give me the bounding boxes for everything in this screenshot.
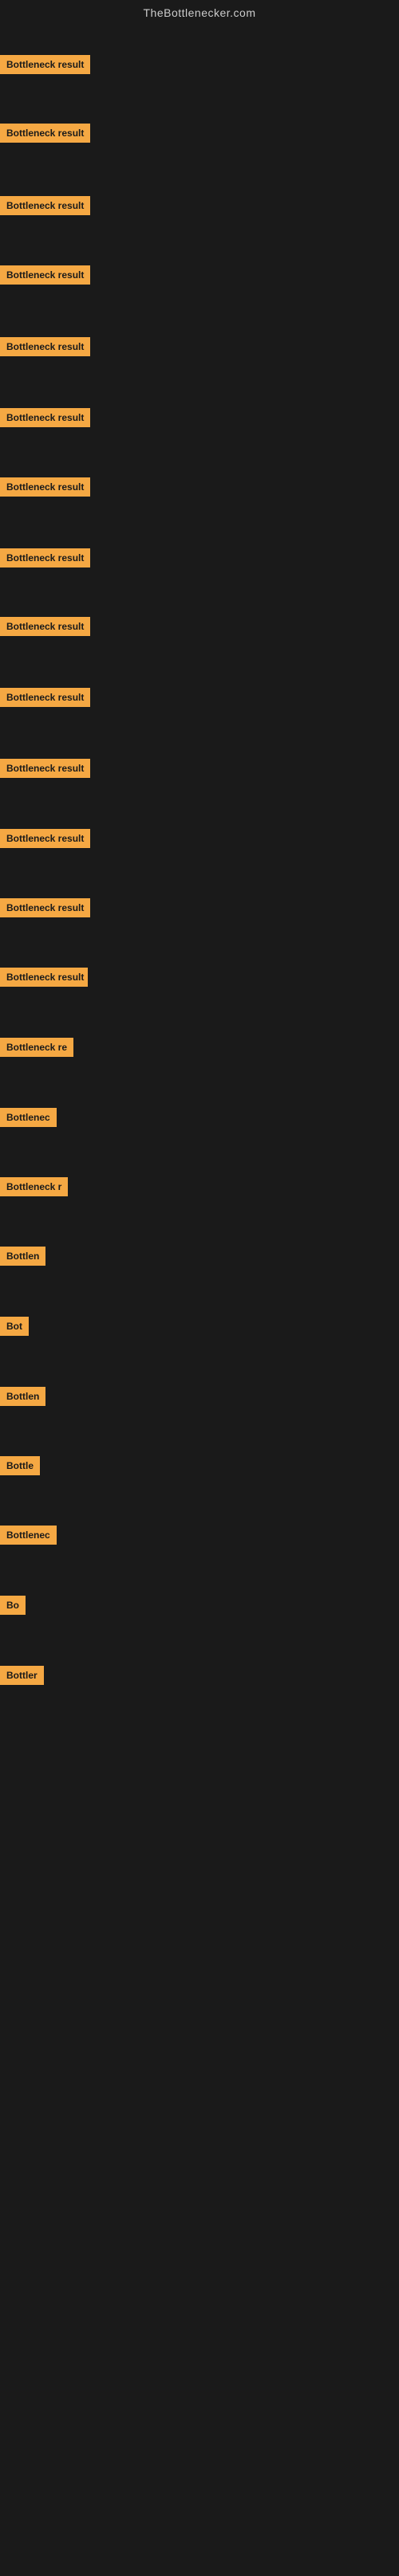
bottleneck-result-label: Bottleneck result [0, 968, 88, 987]
site-title: TheBottlenecker.com [0, 0, 399, 26]
bottleneck-result-label: Bottle [0, 1456, 40, 1475]
bottleneck-result-label: Bottleneck result [0, 55, 90, 74]
bottleneck-result-label: Bottleneck result [0, 688, 90, 707]
bottleneck-result-label: Bot [0, 1317, 29, 1336]
bottleneck-result-label: Bottlenec [0, 1526, 57, 1545]
bottleneck-result-label: Bo [0, 1596, 26, 1615]
bottleneck-result-label: Bottleneck result [0, 408, 90, 427]
bottleneck-result-label: Bottleneck result [0, 898, 90, 917]
bottleneck-result-label: Bottleneck result [0, 265, 90, 285]
bottleneck-result-label: Bottleneck result [0, 829, 90, 848]
bottleneck-result-label: Bottlen [0, 1387, 45, 1406]
bottleneck-result-label: Bottleneck result [0, 124, 90, 143]
bottleneck-result-label: Bottlenec [0, 1108, 57, 1127]
bottleneck-result-label: Bottleneck re [0, 1038, 73, 1057]
bottleneck-result-label: Bottleneck result [0, 477, 90, 497]
bottleneck-result-label: Bottleneck result [0, 759, 90, 778]
bottleneck-result-label: Bottleneck result [0, 617, 90, 636]
bottleneck-result-label: Bottleneck r [0, 1177, 68, 1196]
bottleneck-result-label: Bottleneck result [0, 548, 90, 567]
bottleneck-result-label: Bottlen [0, 1247, 45, 1266]
bottleneck-result-label: Bottler [0, 1666, 44, 1685]
bottleneck-result-label: Bottleneck result [0, 337, 90, 356]
bottleneck-result-label: Bottleneck result [0, 196, 90, 215]
